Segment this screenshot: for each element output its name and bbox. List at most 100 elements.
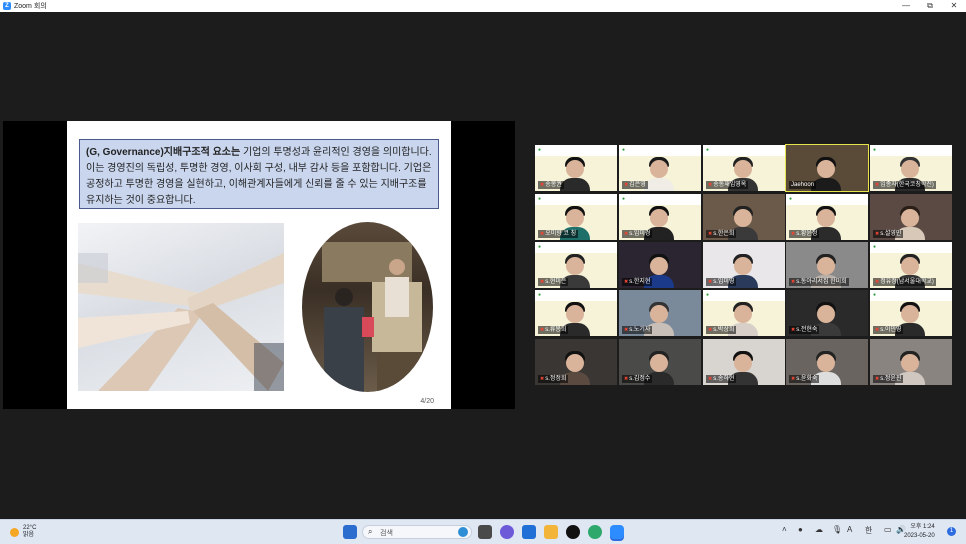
virtual-bg-logo: ●	[873, 147, 877, 153]
participant-name: ✖s.노기자	[622, 326, 653, 334]
participant-tile[interactable]: ✖s.노기자	[619, 290, 701, 336]
participant-name-text: s.한지현	[629, 279, 651, 285]
participant-face	[566, 354, 584, 372]
muted-mic-icon: ✖	[624, 279, 629, 285]
virtual-bg-band: ●	[535, 290, 617, 301]
close-button[interactable]: ✕	[944, 0, 964, 12]
participant-tile[interactable]: ● ✖오미향 코 칭	[535, 194, 617, 240]
virtual-bg-logo: ●	[538, 292, 542, 298]
participant-tile[interactable]: ✖s.전현숙	[786, 290, 868, 336]
participant-name: ✖s.설영민	[873, 230, 904, 238]
zoom-logo-icon: Z	[3, 2, 11, 10]
participant-tile[interactable]: ● ✖정유정(남서울대학교)	[870, 242, 952, 288]
notification-badge[interactable]: 1	[947, 527, 956, 536]
hands-together-image	[78, 223, 284, 391]
participant-name: ✖s.송하현	[706, 375, 737, 383]
participant-name-text: 송동재임영옥	[713, 182, 747, 188]
participant-name-text: s.이민영	[880, 327, 902, 333]
task-view-icon[interactable]	[478, 525, 492, 539]
clock[interactable]: 오후 1:24 2023-05-20	[904, 523, 935, 541]
participant-tile[interactable]: ● ✖s.현미은	[535, 242, 617, 288]
muted-mic-icon: ✖	[708, 231, 713, 237]
muted-mic-icon: ✖	[791, 231, 796, 237]
participant-face	[734, 257, 752, 275]
virtual-bg-logo: ●	[873, 292, 877, 298]
weather-widget[interactable]: 22°C 맑음	[10, 525, 36, 539]
tray-chevron-icon[interactable]: ˄	[782, 525, 787, 534]
minimize-button[interactable]: —	[896, 0, 916, 12]
participant-name: ✖송봉권	[538, 181, 564, 189]
participant-name: ✖s.황윤정	[789, 230, 820, 238]
virtual-bg-logo: ●	[538, 244, 542, 250]
restore-button[interactable]: ⧉	[920, 0, 940, 12]
windows-start-icon[interactable]	[343, 525, 357, 539]
participant-tile[interactable]: ✖s.임미영	[703, 242, 785, 288]
participant-tile[interactable]: ● ✖s.이민영	[870, 290, 952, 336]
participant-tile[interactable]: ✖s.김정수	[619, 339, 701, 385]
participant-tile[interactable]: ● ✖송동재임영옥	[703, 145, 785, 191]
mic-icon[interactable]: 🎙	[832, 525, 842, 534]
taskbar-search[interactable]: ⌕ 검색	[362, 525, 472, 539]
participant-tile[interactable]: ✖s.동아리서집 한미희	[786, 242, 868, 288]
participant-tile[interactable]: ● ✖임종자(한국코칭학진)	[870, 145, 952, 191]
participant-name: ✖s.김정수	[622, 375, 653, 383]
muted-mic-icon: ✖	[791, 327, 796, 333]
participant-tile[interactable]: ✖s.정윤진	[870, 339, 952, 385]
participant-tile[interactable]: ✖s.윤화숙	[786, 339, 868, 385]
participant-face	[817, 160, 835, 178]
participant-name: ✖오미향 코 칭	[538, 230, 579, 238]
zoom-taskbar-icon[interactable]	[610, 525, 624, 539]
participant-tile[interactable]: ● ✖s.류봉희	[535, 290, 617, 336]
participant-tile[interactable]: ✖s.정정희	[535, 339, 617, 385]
tiktok-icon[interactable]	[566, 525, 580, 539]
participant-tile[interactable]: Jaehoon	[785, 144, 869, 192]
ime-han[interactable]: 한	[865, 525, 872, 536]
participant-name: ✖김은영	[622, 181, 648, 189]
participant-name: ✖s.전현숙	[789, 326, 820, 334]
participant-name-text: s.윤화숙	[796, 376, 818, 382]
ime-a[interactable]: A	[847, 525, 852, 534]
file-explorer-icon[interactable]	[544, 525, 558, 539]
mail-icon[interactable]	[522, 525, 536, 539]
participant-name: ✖s.동아리서집 한미희	[789, 278, 849, 286]
muted-mic-icon: ✖	[708, 376, 713, 382]
participant-name-text: s.설영민	[880, 231, 902, 237]
participant-face	[901, 354, 919, 372]
participant-name-text: Jaehoon	[791, 182, 815, 188]
cafe-scene-image	[302, 222, 433, 392]
chat-icon[interactable]	[500, 525, 514, 539]
bing-icon	[458, 527, 468, 537]
participant-name: Jaehoon	[789, 181, 817, 189]
onedrive-icon[interactable]: ☁	[815, 525, 823, 534]
participant-tile[interactable]: ✖s.송하현	[703, 339, 785, 385]
participant-tile[interactable]: ● ✖s.박상희	[703, 290, 785, 336]
participant-tile[interactable]: ● ✖송봉권	[535, 145, 617, 191]
participant-tile[interactable]: ● ✖s.임미경	[619, 194, 701, 240]
participant-name-text: s.노기자	[629, 327, 651, 333]
virtual-bg-band: ●	[870, 242, 952, 253]
participant-face	[817, 209, 835, 227]
virtual-bg-band: ●	[619, 194, 701, 205]
participant-tile[interactable]: ● ✖s.황윤정	[786, 194, 868, 240]
participant-name: ✖송동재임영옥	[706, 181, 749, 189]
participant-tile[interactable]: ✖s.설영민	[870, 194, 952, 240]
virtual-bg-band: ●	[870, 290, 952, 301]
weather-temp: 22°C	[23, 525, 37, 531]
participant-tile[interactable]: ● ✖김은영	[619, 145, 701, 191]
muted-mic-icon: ✖	[624, 182, 629, 188]
participant-face	[734, 354, 752, 372]
tray-chat-icon[interactable]: ●	[798, 525, 803, 534]
participant-face	[817, 257, 835, 275]
display-icon[interactable]: ▭	[884, 525, 892, 534]
virtual-bg-band: ●	[619, 145, 701, 156]
participant-name: ✖s.정윤진	[873, 375, 904, 383]
participant-name: ✖임종자(한국코칭학진)	[873, 181, 936, 189]
participant-name-text: 정유정(남서울대학교)	[880, 279, 934, 285]
edge-icon[interactable]	[588, 525, 602, 539]
participant-face	[566, 305, 584, 323]
participant-face	[817, 354, 835, 372]
participant-tile[interactable]: ✖s.한지현	[619, 242, 701, 288]
virtual-bg-band: ●	[535, 145, 617, 156]
participant-tile[interactable]: ✖s.한은희	[703, 194, 785, 240]
virtual-bg-logo: ●	[622, 147, 626, 153]
